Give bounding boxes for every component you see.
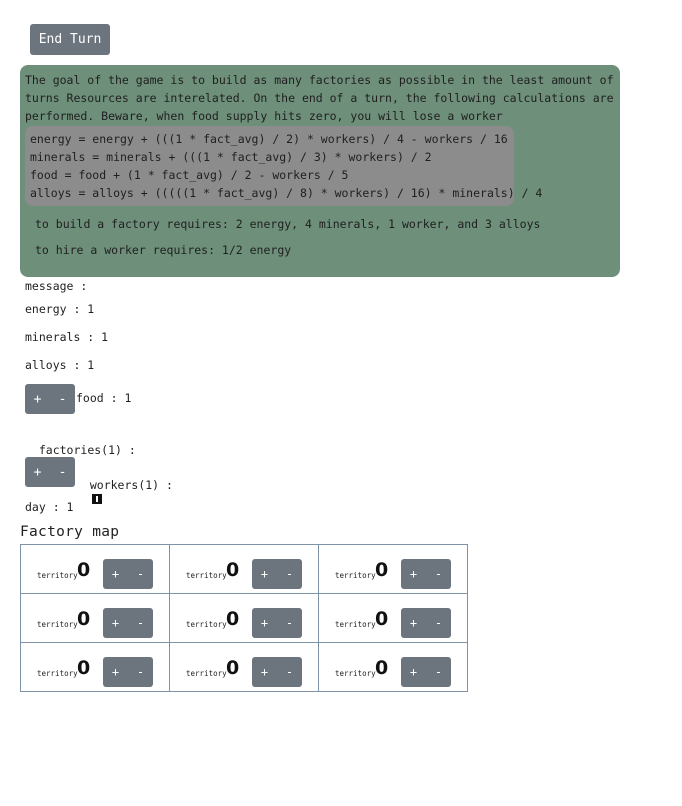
territory-count: 0 (375, 608, 389, 630)
factory-map-title: Factory map (20, 524, 120, 540)
minerals-stat: minerals : 1 (25, 330, 109, 344)
message-text: message : (25, 279, 88, 293)
alloys-stat: alloys : 1 (25, 358, 95, 372)
territory-stepper: + - (103, 559, 153, 589)
territory-plus-button[interactable]: + (401, 657, 426, 687)
territory-stepper: + - (103, 608, 153, 638)
territory-plus-button[interactable]: + (401, 608, 426, 638)
worker-icon (91, 494, 102, 504)
formula-panel: energy = energy + (((1 * fact_avg) / 2) … (25, 126, 543, 206)
territory-cell: territory 0 + - (169, 593, 319, 643)
factory-requirement: to build a factory requires: 2 energy, 4… (35, 217, 541, 231)
workers-minus-button[interactable]: - (50, 457, 75, 487)
territory-count: 0 (77, 559, 91, 581)
territory-minus-button[interactable]: - (277, 559, 302, 589)
territory-plus-button[interactable]: + (252, 559, 277, 589)
workers-stat: workers(1) : (89, 478, 173, 492)
food-plus-button[interactable]: + (25, 384, 50, 414)
territory-minus-button[interactable]: - (128, 559, 153, 589)
territory-cell: territory 0 + - (318, 642, 468, 692)
territory-label: territory (335, 620, 376, 629)
info-panel: The goal of the game is to build as many… (20, 65, 620, 277)
territory-plus-button[interactable]: + (103, 559, 128, 589)
territory-label: territory (37, 620, 78, 629)
territory-plus-button[interactable]: + (103, 657, 128, 687)
territory-minus-button[interactable]: - (128, 608, 153, 638)
territory-count: 0 (77, 608, 91, 630)
territory-stepper: + - (252, 559, 302, 589)
territory-label: territory (186, 571, 227, 580)
territory-label: territory (335, 571, 376, 580)
territory-minus-button[interactable]: - (128, 657, 153, 687)
territory-cell: territory 0 + - (318, 593, 468, 643)
worker-requirement: to hire a worker requires: 1/2 energy (35, 243, 292, 257)
food-minus-button[interactable]: - (50, 384, 75, 414)
territory-cell: territory 0 + - (169, 544, 319, 594)
factory-map: territory 0 + - territory 0 + - territor… (20, 544, 468, 692)
energy-stat: energy : 1 (25, 302, 95, 316)
workers-row: workers(1) : (76, 464, 173, 506)
territory-cell: territory 0 + - (318, 544, 468, 594)
energy-formula: energy = energy + (((1 * fact_avg) / 2) … (30, 132, 508, 146)
territory-count: 0 (226, 657, 240, 679)
territory-cell: territory 0 + - (169, 642, 319, 692)
territory-count: 0 (226, 608, 240, 630)
territory-label: territory (186, 620, 227, 629)
territory-count: 0 (226, 559, 240, 581)
food-formula: food = food + (1 * fact_avg) / 2 - worke… (30, 168, 349, 182)
territory-stepper: + - (401, 657, 451, 687)
workers-plus-button[interactable]: + (25, 457, 50, 487)
territory-minus-button[interactable]: - (426, 657, 451, 687)
territory-cell: territory 0 + - (20, 593, 170, 643)
territory-label: territory (37, 669, 78, 678)
territory-count: 0 (77, 657, 91, 679)
territory-cell: territory 0 + - (20, 642, 170, 692)
territory-stepper: + - (252, 657, 302, 687)
workers-stepper: + - (25, 457, 75, 487)
food-stat: food : 1 (76, 391, 132, 405)
territory-plus-button[interactable]: + (103, 608, 128, 638)
food-stepper: + - (25, 384, 75, 414)
territory-stepper: + - (103, 657, 153, 687)
territory-stepper: + - (401, 608, 451, 638)
territory-plus-button[interactable]: + (401, 559, 426, 589)
day-stat: day : 1 (25, 500, 74, 514)
territory-minus-button[interactable]: - (426, 559, 451, 589)
territory-minus-button[interactable]: - (426, 608, 451, 638)
territory-count: 0 (375, 657, 389, 679)
territory-minus-button[interactable]: - (277, 608, 302, 638)
end-turn-button[interactable]: End Turn (30, 24, 110, 55)
minerals-formula: minerals = minerals + (((1 * fact_avg) /… (30, 150, 432, 164)
factories-stat: factories(1) : (38, 443, 136, 457)
territory-plus-button[interactable]: + (252, 608, 277, 638)
territory-minus-button[interactable]: - (277, 657, 302, 687)
territory-label: territory (335, 669, 376, 678)
territory-plus-button[interactable]: + (252, 657, 277, 687)
goal-text: The goal of the game is to build as many… (25, 73, 614, 123)
territory-stepper: + - (252, 608, 302, 638)
alloys-formula: alloys = alloys + (((((1 * fact_avg) / 8… (30, 186, 543, 200)
territory-label: territory (186, 669, 227, 678)
territory-count: 0 (375, 559, 389, 581)
territory-cell: territory 0 + - (20, 544, 170, 594)
territory-label: territory (37, 571, 78, 580)
territory-stepper: + - (401, 559, 451, 589)
